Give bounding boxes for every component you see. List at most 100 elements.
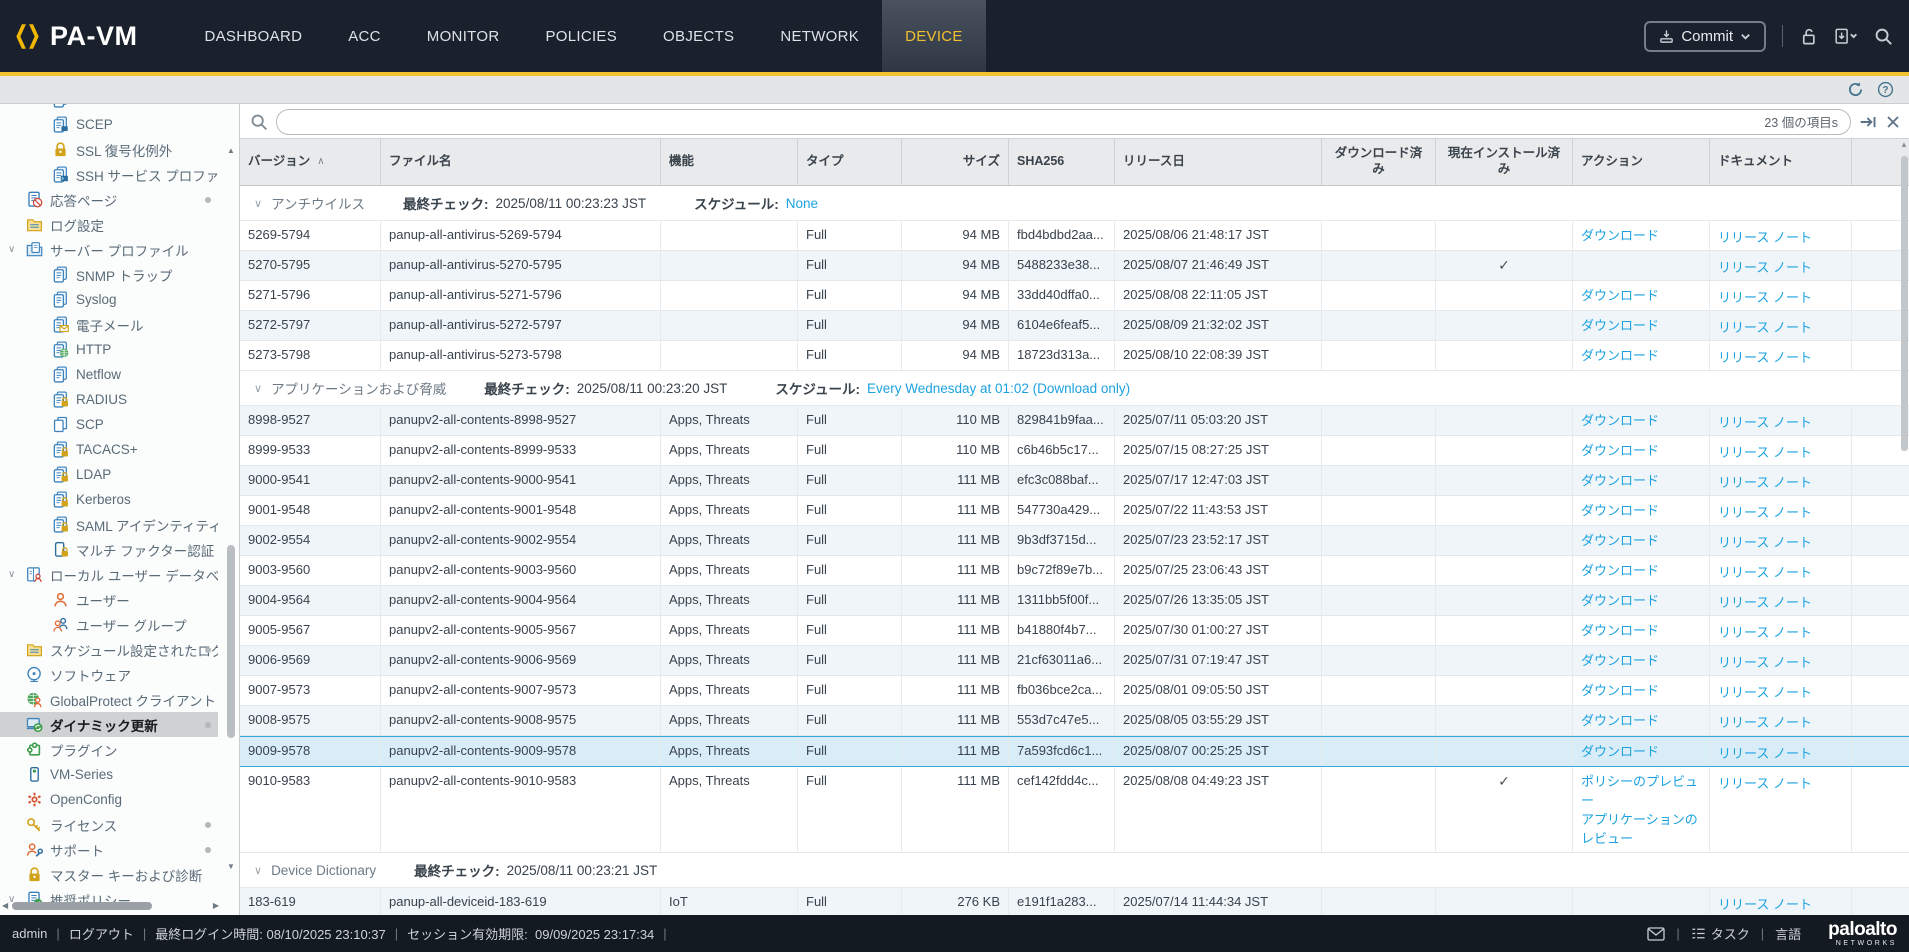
scroll-up-icon[interactable]: ▲ [225, 146, 237, 155]
table-row-5271-5796[interactable]: 5271-5796panup-all-antivirus-5271-5796Fu… [240, 281, 1909, 311]
sidebar-item-ライセンス[interactable]: ライセンス [0, 812, 218, 837]
filter-field[interactable]: 23 個の項目s [276, 109, 1851, 135]
column-header-installed[interactable]: 現在インストール済み [1436, 139, 1573, 185]
sidebar-item-ssh-サービス-プロファイル[interactable]: SSH サービス プロファイル [0, 162, 218, 187]
sidebar-item-snmp-トラップ[interactable]: SNMP トラップ [0, 262, 218, 287]
sidebar-item-globalprotect-クライアント[interactable]: GlobalProtect クライアント [0, 687, 218, 712]
link-リリース ノート[interactable]: リリース ノート [1718, 535, 1812, 550]
sidebar-item-scep[interactable]: SCEP [0, 112, 218, 137]
link-アプリケーションのレビュー[interactable]: アプリケーションのレビュー [1581, 811, 1701, 849]
sidebar-item-ソフトウェア[interactable]: ソフトウェア [0, 662, 218, 687]
scroll-up-icon[interactable]: ▲ [1899, 140, 1909, 149]
link-リリース ノート[interactable]: リリース ノート [1718, 290, 1812, 305]
section-name[interactable]: アンチウイルス [271, 193, 365, 213]
tab-monitor[interactable]: MONITOR [404, 0, 523, 72]
column-header-actions[interactable]: アクション [1573, 139, 1710, 185]
link-ダウンロード[interactable]: ダウンロード [1581, 227, 1701, 246]
sidebar-item-サーバー-プロファイル[interactable]: ∨サーバー プロファイル [0, 237, 218, 262]
scrollbar-thumb[interactable] [1901, 156, 1908, 451]
table-row-9001-9548[interactable]: 9001-9548panupv2-all-contents-9001-9548A… [240, 496, 1909, 526]
link-リリース ノート[interactable]: リリース ノート [1718, 320, 1812, 335]
tab-acc[interactable]: ACC [325, 0, 404, 72]
chevron-down-icon[interactable]: ∨ [254, 382, 262, 395]
sidebar-vertical-scrollbar[interactable]: ▲ ▼ [225, 146, 237, 859]
link-ダウンロード[interactable]: ダウンロード [1581, 652, 1701, 671]
column-header-release[interactable]: リリース日 [1115, 139, 1322, 185]
sidebar-item-ダイナミック更新[interactable]: ダイナミック更新 [0, 712, 218, 737]
link-ダウンロード[interactable]: ダウンロード [1581, 592, 1701, 611]
tab-device[interactable]: DEVICE [882, 0, 986, 72]
sidebar-item-ログ設定[interactable]: ログ設定 [0, 212, 218, 237]
mail-icon[interactable] [1647, 927, 1665, 941]
link-リリース ノート[interactable]: リリース ノート [1718, 776, 1812, 791]
link-ダウンロード[interactable]: ダウンロード [1581, 347, 1701, 366]
sidebar-item-ユーザー-グループ[interactable]: ユーザー グループ [0, 612, 218, 637]
table-row-5272-5797[interactable]: 5272-5797panup-all-antivirus-5272-5797Fu… [240, 311, 1909, 341]
sidebar-item-ldap[interactable]: LDAP [0, 462, 218, 487]
link-ダウンロード[interactable]: ダウンロード [1581, 622, 1701, 641]
schedule-link[interactable]: Every Wednesday at 01:02 (Download only) [867, 381, 1130, 396]
sidebar-item-マルチ-ファクター認証[interactable]: マルチ ファクター認証 [0, 537, 218, 562]
sidebar-item-ローカル-ユーザー-データベース[interactable]: ∨ローカル ユーザー データベース [0, 562, 218, 587]
sidebar-item-サポート[interactable]: サポート [0, 837, 218, 862]
apply-filter-icon[interactable] [1859, 113, 1877, 131]
link-ダウンロード[interactable]: ダウンロード [1581, 412, 1701, 431]
table-row-9010-9583[interactable]: 9010-9583panupv2-all-contents-9010-9583A… [240, 767, 1909, 853]
table-row-9003-9560[interactable]: 9003-9560panupv2-all-contents-9003-9560A… [240, 556, 1909, 586]
schedule-link[interactable]: None [786, 196, 818, 211]
table-row-9002-9554[interactable]: 9002-9554panupv2-all-contents-9002-9554A… [240, 526, 1909, 556]
link-リリース ノート[interactable]: リリース ノート [1718, 595, 1812, 610]
link-ダウンロード[interactable]: ダウンロード [1581, 562, 1701, 581]
table-row-8999-9533[interactable]: 8999-9533panupv2-all-contents-8999-9533A… [240, 436, 1909, 466]
link-ダウンロード[interactable]: ダウンロード [1581, 287, 1701, 306]
column-header-version[interactable]: バージョン∧ [240, 139, 381, 185]
table-row-9007-9573[interactable]: 9007-9573panupv2-all-contents-9007-9573A… [240, 676, 1909, 706]
scroll-down-icon[interactable]: ▼ [225, 862, 237, 871]
chevron-down-icon[interactable]: ∨ [8, 569, 15, 580]
table-vertical-scrollbar[interactable]: ▲ [1899, 140, 1909, 915]
commit-button[interactable]: Commit [1644, 21, 1766, 52]
link-リリース ノート[interactable]: リリース ノート [1718, 350, 1812, 365]
table-row-9009-9578[interactable]: 9009-9578panupv2-all-contents-9009-9578A… [240, 736, 1909, 767]
column-header-type[interactable]: タイプ [798, 139, 902, 185]
link-リリース ノート[interactable]: リリース ノート [1718, 715, 1812, 730]
link-リリース ノート[interactable]: リリース ノート [1718, 565, 1812, 580]
column-header-filename[interactable]: ファイル名 [381, 139, 661, 185]
link-リリース ノート[interactable]: リリース ノート [1718, 415, 1812, 430]
column-header-docs[interactable]: ドキュメント [1710, 139, 1852, 185]
filter-input[interactable] [289, 114, 1764, 129]
column-header-features[interactable]: 機能 [661, 139, 798, 185]
tab-objects[interactable]: OBJECTS [640, 0, 757, 72]
link-リリース ノート[interactable]: リリース ノート [1718, 505, 1812, 520]
sidebar-item-openconfig[interactable]: OpenConfig [0, 787, 218, 812]
save-config-icon[interactable] [1834, 27, 1858, 46]
link-リリース ノート[interactable]: リリース ノート [1718, 685, 1812, 700]
help-icon[interactable]: ? [1877, 81, 1894, 98]
sidebar-item-saml-アイデンティティ-プロバイダ[interactable]: SAML アイデンティティ プロバイダ [0, 512, 218, 537]
link-ポリシーのプレビュー[interactable]: ポリシーのプレビュー [1581, 773, 1701, 811]
link-リリース ノート[interactable]: リリース ノート [1718, 445, 1812, 460]
sidebar-item-clipped[interactable] [0, 104, 218, 112]
table-row-9008-9575[interactable]: 9008-9575panupv2-all-contents-9008-9575A… [240, 706, 1909, 736]
sidebar-item-tacacs+[interactable]: TACACS+ [0, 437, 218, 462]
link-リリース ノート[interactable]: リリース ノート [1718, 230, 1812, 245]
sidebar-item-ssl-復号化例外[interactable]: SSL 復号化例外 [0, 137, 218, 162]
sidebar-item-ユーザー[interactable]: ユーザー [0, 587, 218, 612]
link-ダウンロード[interactable]: ダウンロード [1581, 472, 1701, 491]
sidebar-item-スケジュール設定されたログ-エクスポート[interactable]: スケジュール設定されたログ エクスポート [0, 637, 218, 662]
link-ダウンロード[interactable]: ダウンロード [1581, 502, 1701, 521]
sidebar-item-プラグイン[interactable]: プラグイン [0, 737, 218, 762]
link-ダウンロード[interactable]: ダウンロード [1581, 317, 1701, 336]
table-row-9005-9567[interactable]: 9005-9567panupv2-all-contents-9005-9567A… [240, 616, 1909, 646]
sidebar-item-netflow[interactable]: Netflow [0, 362, 218, 387]
column-header-size[interactable]: サイズ [902, 139, 1009, 185]
scrollbar-thumb[interactable] [12, 902, 152, 910]
global-search-icon[interactable] [1874, 27, 1893, 46]
link-リリース ノート[interactable]: リリース ノート [1718, 625, 1812, 640]
link-ダウンロード[interactable]: ダウンロード [1581, 743, 1701, 762]
tab-policies[interactable]: POLICIES [522, 0, 640, 72]
sidebar-item-マスター-キーおよび診断[interactable]: マスター キーおよび診断 [0, 862, 218, 887]
section-header-1[interactable]: ∨アプリケーションおよび脅威最終チェック:2025/08/11 00:23:20… [240, 371, 1909, 406]
column-header-downloaded[interactable]: ダウンロード済み [1322, 139, 1436, 185]
tasks-button[interactable]: タスク [1691, 924, 1750, 943]
